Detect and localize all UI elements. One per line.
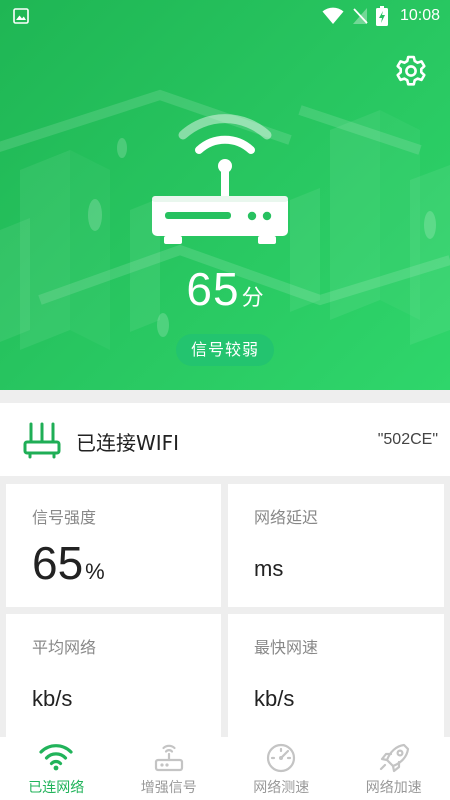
average-speed-value-group: kb/s	[32, 686, 72, 712]
connection-row[interactable]: 已连接WIFI "502CE"	[0, 403, 450, 476]
router-antenna-icon	[23, 422, 61, 459]
nav-label-boost-signal: 增强信号	[140, 780, 197, 796]
score-unit: 分	[241, 286, 264, 311]
latency-title: 网络延迟	[254, 508, 319, 527]
nav-label-network-acceleration: 网络加速	[365, 780, 422, 796]
signal-strength-value: 65	[32, 537, 84, 589]
signal-level-badge: 信号较弱	[176, 334, 274, 366]
status-time: 10:08	[399, 7, 440, 24]
nav-tab-speed-test[interactable]: 网络测速	[225, 737, 338, 800]
connection-status-label: 已连接WIFI	[76, 431, 180, 455]
max-speed-value-group: kb/s	[254, 686, 294, 712]
nav-tab-network-acceleration[interactable]: 网络加速	[338, 737, 450, 800]
wifi-icon	[39, 744, 73, 771]
latency-unit: ms	[254, 556, 284, 581]
bottom-navigation: 已连网络 增强信号 网络测速 网络加速	[0, 737, 450, 800]
score-value: 65	[186, 263, 240, 315]
nav-tab-connected-network[interactable]: 已连网络	[0, 737, 113, 800]
signal-strength-title: 信号强度	[32, 508, 97, 527]
average-speed-unit: kb/s	[32, 686, 73, 711]
max-speed-card: 最快网速 kb/s	[228, 614, 444, 737]
nav-label-speed-test: 网络测速	[253, 780, 310, 796]
signal-strength-value-group: 65%	[32, 536, 105, 590]
signal-strength-unit: %	[85, 559, 105, 584]
gear-icon	[396, 55, 426, 86]
status-bar: 10:08	[0, 0, 450, 32]
rocket-icon	[379, 743, 409, 773]
router-boost-icon	[154, 744, 183, 772]
max-speed-title: 最快网速	[254, 638, 319, 657]
latency-value-group: ms	[254, 556, 283, 582]
nav-tab-boost-signal[interactable]: 增强信号	[113, 737, 226, 800]
settings-button[interactable]	[392, 52, 430, 90]
signal-score: 65分	[0, 262, 450, 316]
max-speed-unit: kb/s	[254, 686, 295, 711]
router-wifi-illustration	[152, 114, 288, 244]
latency-card: 网络延迟 ms	[228, 484, 444, 607]
signal-strength-card: 信号强度 65%	[6, 484, 221, 607]
average-speed-title: 平均网络	[32, 638, 97, 657]
battery-charging-icon	[375, 6, 388, 26]
hero-panel: 65分 信号较弱	[0, 0, 450, 390]
no-signal-icon	[352, 8, 368, 24]
image-icon	[13, 8, 29, 24]
wifi-icon	[322, 7, 344, 24]
wifi-ssid: "502CE"	[377, 431, 438, 448]
average-speed-card: 平均网络 kb/s	[6, 614, 221, 737]
nav-label-connected-network: 已连网络	[28, 780, 85, 796]
speedometer-icon	[267, 743, 296, 773]
